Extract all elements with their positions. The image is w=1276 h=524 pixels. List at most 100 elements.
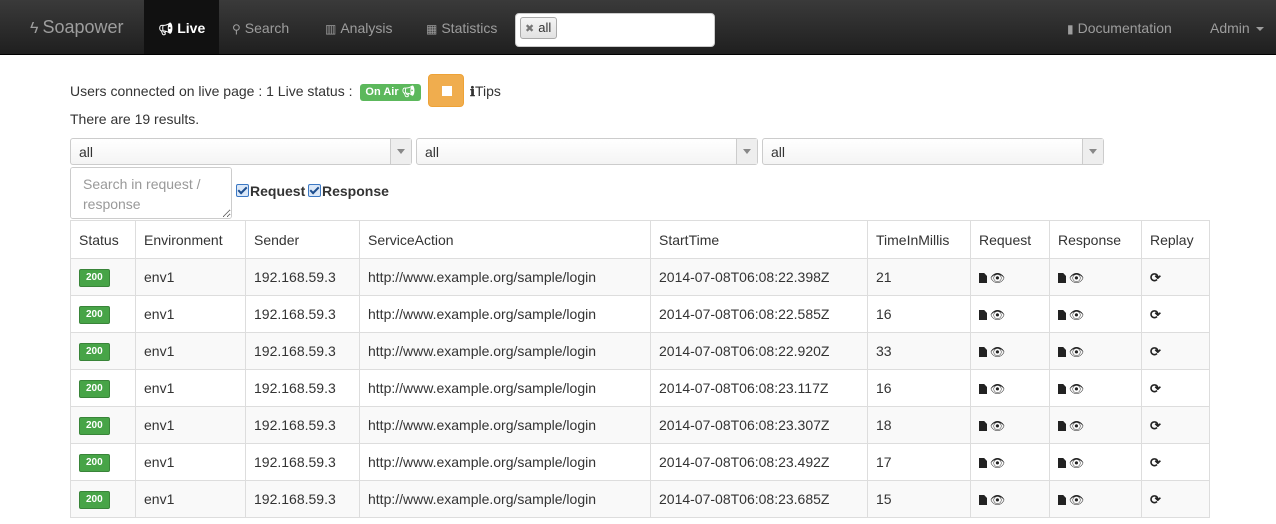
file-icon[interactable] [979, 495, 987, 505]
eye-icon[interactable]: 👁︎ [990, 493, 1005, 507]
tag-all[interactable]: ✖ all [520, 17, 558, 39]
col-replay[interactable]: Replay [1141, 220, 1210, 259]
eye-icon[interactable]: 👁︎ [1069, 493, 1084, 507]
status-badge: 200 [79, 343, 110, 361]
admin-label: Admin [1210, 20, 1250, 36]
eye-icon[interactable]: 👁︎ [1069, 456, 1084, 470]
col-sender[interactable]: Sender [245, 220, 360, 259]
col-status[interactable]: Status [70, 220, 136, 259]
refresh-icon[interactable]: ⟳ [1150, 270, 1161, 285]
environment-tag-input[interactable]: ✖ all [515, 13, 715, 47]
refresh-icon[interactable]: ⟳ [1150, 344, 1161, 359]
file-icon[interactable] [1058, 495, 1066, 505]
response-checkbox-label: Response [322, 183, 389, 199]
response-cell: 👁︎ [1049, 258, 1142, 296]
book-icon: ▮ [1067, 22, 1074, 36]
status-badge: 200 [79, 454, 110, 472]
replay-cell: ⟳ [1141, 480, 1210, 518]
sender-cell: 192.168.59.3 [245, 258, 360, 296]
eye-icon[interactable]: 👁︎ [990, 308, 1005, 322]
search-in-request-response-input[interactable] [70, 167, 232, 219]
file-icon[interactable] [979, 273, 987, 283]
col-serviceaction[interactable]: ServiceAction [359, 220, 651, 259]
timeinmillis-cell: 17 [867, 443, 971, 481]
eye-icon[interactable]: 👁︎ [990, 382, 1005, 396]
file-icon[interactable] [979, 458, 987, 468]
brand-label: Soapower [42, 17, 124, 37]
response-checkbox[interactable]: Response [308, 182, 389, 202]
filter-select-1[interactable]: all [70, 138, 412, 165]
file-icon[interactable] [979, 347, 987, 357]
eye-icon[interactable]: 👁︎ [990, 345, 1005, 359]
file-icon[interactable] [1058, 421, 1066, 431]
nav-search-label: Search [244, 20, 290, 36]
filter-select-2[interactable]: all [416, 138, 758, 165]
bolt-icon: ϟ [30, 20, 39, 37]
file-icon[interactable] [1058, 273, 1066, 283]
serviceaction-cell: http://www.example.org/sample/login [359, 295, 651, 333]
starttime-cell: 2014-07-08T06:08:22.585Z [650, 295, 868, 333]
serviceaction-cell: http://www.example.org/sample/login [359, 406, 651, 444]
sender-cell: 192.168.59.3 [245, 369, 360, 407]
col-starttime[interactable]: StartTime [650, 220, 868, 259]
eye-icon[interactable]: 👁︎ [1069, 382, 1084, 396]
table-row: 200 env1 192.168.59.3 http://www.example… [70, 332, 1210, 370]
table-row: 200 env1 192.168.59.3 http://www.example… [70, 443, 1210, 481]
file-icon[interactable] [1058, 347, 1066, 357]
results-count: There are 19 results. [70, 111, 200, 127]
serviceaction-cell: http://www.example.org/sample/login [359, 332, 651, 370]
stop-icon [442, 86, 452, 96]
tips-link[interactable]: ℹTips [470, 80, 501, 102]
nav-documentation[interactable]: ▮ Documentation [1067, 0, 1172, 54]
refresh-icon[interactable]: ⟳ [1150, 492, 1161, 507]
response-cell: 👁︎ [1049, 332, 1142, 370]
eye-icon[interactable]: 👁︎ [1069, 271, 1084, 285]
eye-icon[interactable]: 👁︎ [1069, 308, 1084, 322]
checkbox-checked-icon[interactable] [236, 184, 249, 197]
refresh-icon[interactable]: ⟳ [1150, 307, 1161, 322]
col-request[interactable]: Request [970, 220, 1050, 259]
nav-live[interactable]: 📢︎ Live [144, 0, 220, 54]
request-checkbox[interactable]: Request [236, 182, 305, 202]
remove-tag-icon[interactable]: ✖ [525, 23, 534, 35]
stop-live-button[interactable] [428, 74, 464, 107]
refresh-icon[interactable]: ⟳ [1150, 455, 1161, 470]
eye-icon[interactable]: 👁︎ [990, 271, 1005, 285]
table-row: 200 env1 192.168.59.3 http://www.example… [70, 480, 1210, 518]
status-badge: 200 [79, 306, 110, 324]
file-icon[interactable] [979, 421, 987, 431]
replay-cell: ⟳ [1141, 295, 1210, 333]
filter-select-3[interactable]: all [762, 138, 1104, 165]
timeinmillis-cell: 15 [867, 480, 971, 518]
eye-icon[interactable]: 👁︎ [990, 419, 1005, 433]
nav-analysis[interactable]: ▥ Analysis [325, 0, 392, 54]
response-cell: 👁︎ [1049, 480, 1142, 518]
request-cell: 👁︎ [970, 369, 1050, 407]
file-icon[interactable] [979, 310, 987, 320]
col-response[interactable]: Response [1049, 220, 1142, 259]
brand[interactable]: ϟ Soapower [30, 0, 124, 54]
eye-icon[interactable]: 👁︎ [990, 456, 1005, 470]
eye-icon[interactable]: 👁︎ [1069, 419, 1084, 433]
file-icon[interactable] [1058, 310, 1066, 320]
timeinmillis-cell: 16 [867, 369, 971, 407]
nav-search[interactable]: ⚲ Search [232, 0, 289, 54]
col-timeinmillis[interactable]: TimeInMillis [867, 220, 971, 259]
file-icon[interactable] [1058, 458, 1066, 468]
admin-dropdown[interactable]: Admin [1210, 0, 1264, 54]
environment-cell: env1 [135, 258, 246, 296]
col-environment[interactable]: Environment [135, 220, 246, 259]
nav-documentation-label: Documentation [1077, 20, 1172, 36]
status-badge: 200 [79, 269, 110, 287]
tips-label: Tips [474, 83, 501, 99]
file-icon[interactable] [1058, 384, 1066, 394]
nav-statistics[interactable]: ▦ Statistics [426, 0, 497, 54]
eye-icon[interactable]: 👁︎ [1069, 345, 1084, 359]
status-badge: 200 [79, 491, 110, 509]
refresh-icon[interactable]: ⟳ [1150, 418, 1161, 433]
checkbox-checked-icon[interactable] [308, 184, 321, 197]
refresh-icon[interactable]: ⟳ [1150, 381, 1161, 396]
file-icon[interactable] [979, 384, 987, 394]
on-air-label: On Air [365, 85, 399, 98]
environment-cell: env1 [135, 406, 246, 444]
